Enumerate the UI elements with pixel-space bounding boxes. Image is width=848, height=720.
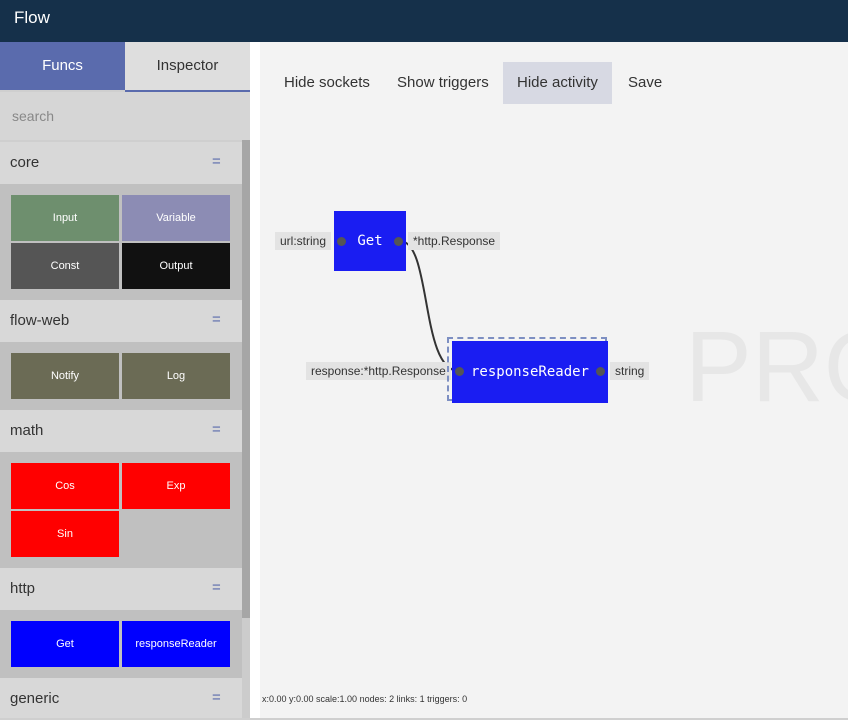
hamburger-menu-icon[interactable]: = (212, 153, 221, 170)
flow-canvas[interactable]: Hide sockets Show triggers Hide activity… (260, 42, 848, 718)
search-input[interactable] (0, 92, 242, 140)
sidebar: Funcs Inspector core = Input Variable Co… (0, 42, 250, 720)
func-sin[interactable]: Sin (11, 511, 119, 557)
category-header-math[interactable]: math = (0, 410, 242, 452)
hamburger-menu-icon[interactable]: = (212, 689, 221, 706)
category-name: core (10, 154, 40, 171)
func-log[interactable]: Log (122, 353, 230, 399)
sidebar-tabs: Funcs Inspector (0, 42, 250, 92)
category-body-http: Get responseReader (0, 610, 242, 678)
socket-label-response: response:*http.Response (306, 362, 451, 380)
app-title: Flow (14, 8, 50, 27)
output-socket[interactable] (394, 237, 403, 246)
category-name: generic (10, 690, 60, 707)
func-input[interactable]: Input (11, 195, 119, 241)
func-notify[interactable]: Notify (11, 353, 119, 399)
socket-label-url: url:string (275, 232, 332, 250)
socket-label-http-response: *http.Response (408, 232, 501, 250)
node-response-reader[interactable]: responseReader (452, 341, 608, 403)
func-response-reader[interactable]: responseReader (122, 621, 230, 667)
hamburger-menu-icon[interactable]: = (212, 421, 221, 438)
category-header-flow-web[interactable]: flow-web = (0, 300, 242, 342)
hamburger-menu-icon[interactable]: = (212, 311, 221, 328)
func-cos[interactable]: Cos (11, 463, 119, 509)
func-output[interactable]: Output (122, 243, 230, 289)
sidebar-scrollbar[interactable] (242, 140, 250, 720)
category-body-core: Input Variable Const Output (0, 184, 242, 300)
func-exp[interactable]: Exp (122, 463, 230, 509)
tab-inspector[interactable]: Inspector (125, 42, 250, 92)
func-variable[interactable]: Variable (122, 195, 230, 241)
input-socket[interactable] (455, 367, 464, 376)
output-socket[interactable] (596, 367, 605, 376)
category-name: flow-web (10, 312, 70, 329)
category-header-http[interactable]: http = (0, 568, 242, 610)
scrollbar-thumb[interactable] (242, 140, 250, 618)
category-name: math (10, 422, 44, 439)
category-body-flow-web: Notify Log (0, 342, 242, 410)
app-bar: Flow (0, 0, 848, 42)
input-socket[interactable] (337, 237, 346, 246)
func-get[interactable]: Get (11, 621, 119, 667)
category-header-core[interactable]: core = (0, 142, 242, 184)
func-const[interactable]: Const (11, 243, 119, 289)
hamburger-menu-icon[interactable]: = (212, 579, 221, 596)
category-body-math: Cos Exp Sin (0, 452, 242, 568)
tab-funcs[interactable]: Funcs (0, 42, 125, 90)
status-bar: x:0.00 y:0.00 scale:1.00 nodes: 2 links:… (262, 694, 468, 704)
socket-label-string: string (610, 362, 650, 380)
category-header-generic[interactable]: generic = (0, 678, 242, 720)
search-box (0, 92, 250, 140)
category-name: http (10, 580, 36, 597)
